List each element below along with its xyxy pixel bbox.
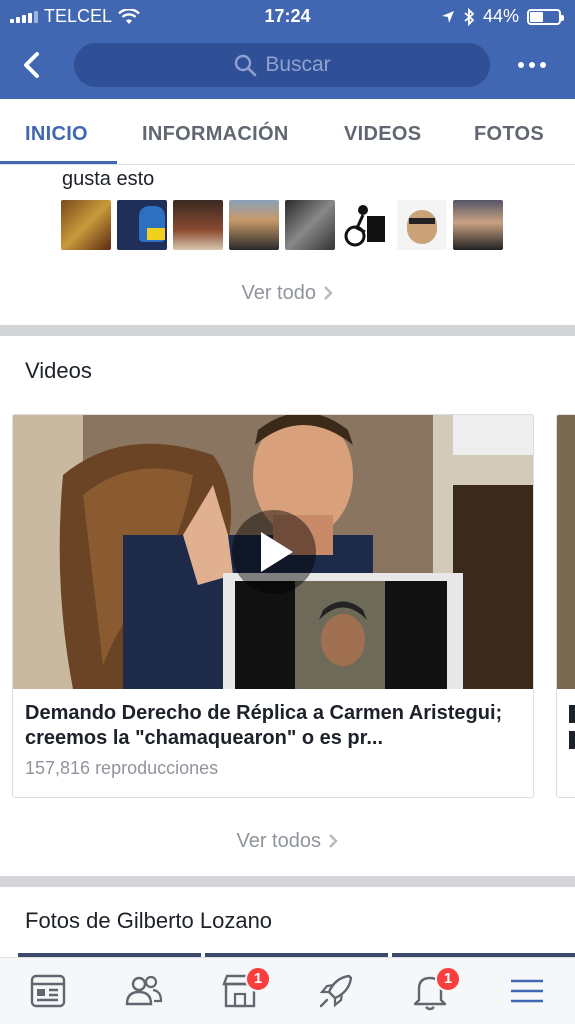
- tab-videos[interactable]: VIDEOS: [344, 123, 421, 146]
- top-bar: TELCEL 17:24 44% Buscar: [0, 0, 575, 99]
- avatar[interactable]: [61, 200, 111, 250]
- search-input[interactable]: Buscar: [74, 43, 490, 87]
- chevron-right-icon: [328, 834, 338, 848]
- search-placeholder: Buscar: [265, 53, 331, 76]
- tab-inicio[interactable]: INICIO: [25, 123, 88, 146]
- see-all-label: Ver todo: [241, 282, 316, 304]
- avatar[interactable]: [173, 200, 223, 250]
- video-card[interactable]: Demando Derecho de Réplica a Carmen Aris…: [12, 414, 534, 798]
- more-options-button[interactable]: [518, 55, 550, 75]
- battery-icon: [527, 8, 564, 25]
- video-title[interactable]: Demando Derecho de Réplica a Carmen Aris…: [25, 701, 525, 751]
- back-button[interactable]: [18, 50, 48, 80]
- avatar[interactable]: [285, 200, 335, 250]
- marketplace-badge: 1: [245, 966, 271, 992]
- video-thumbnail[interactable]: [13, 415, 533, 689]
- system-indicators: 44%: [441, 6, 564, 27]
- tab-informacion[interactable]: INFORMACIÓN: [142, 123, 289, 146]
- friends-icon[interactable]: [123, 970, 165, 1012]
- next-video-title-fragment: [569, 705, 575, 723]
- status-bar: TELCEL 17:24 44%: [0, 0, 575, 32]
- battery-percent: 44%: [482, 6, 519, 26]
- menu-icon[interactable]: [506, 970, 548, 1012]
- see-all-likes-link[interactable]: Ver todo: [0, 282, 575, 305]
- see-all-videos-label: Ver todos: [236, 830, 321, 852]
- notifications-badge: 1: [435, 966, 461, 992]
- notifications-button[interactable]: 1: [409, 966, 461, 1012]
- photos-section-title: Fotos de Gilberto Lozano: [25, 908, 273, 933]
- tab-fotos[interactable]: FOTOS: [474, 123, 544, 146]
- section-divider: [0, 876, 575, 887]
- chevron-right-icon: [323, 286, 333, 300]
- location-icon: [441, 10, 454, 23]
- see-all-videos-link[interactable]: Ver todos: [0, 830, 575, 853]
- avatar[interactable]: [341, 200, 391, 250]
- bluetooth-icon: [464, 7, 475, 26]
- liker-avatars: [61, 200, 503, 250]
- avatar[interactable]: [117, 200, 167, 250]
- rocket-icon[interactable]: [315, 970, 357, 1012]
- page-tabs: INICIO INFORMACIÓN VIDEOS FOTOS: [0, 99, 575, 165]
- marketplace-button[interactable]: 1: [219, 966, 271, 1012]
- videos-section-title: Videos: [25, 358, 92, 383]
- avatar[interactable]: [453, 200, 503, 250]
- avatar[interactable]: [229, 200, 279, 250]
- active-tab-indicator: [0, 161, 117, 164]
- likes-text: gusta esto: [62, 168, 155, 190]
- section-divider: [0, 325, 575, 336]
- news-feed-icon[interactable]: [27, 970, 69, 1012]
- video-views: 157,816 reproducciones: [25, 758, 219, 778]
- next-video-title-fragment: [569, 731, 575, 749]
- bottom-tab-bar: 1 1: [0, 957, 575, 1024]
- search-icon: [235, 54, 257, 77]
- next-video-thumbnail: [557, 415, 575, 689]
- next-video-card[interactable]: [556, 414, 575, 798]
- avatar[interactable]: [397, 200, 447, 250]
